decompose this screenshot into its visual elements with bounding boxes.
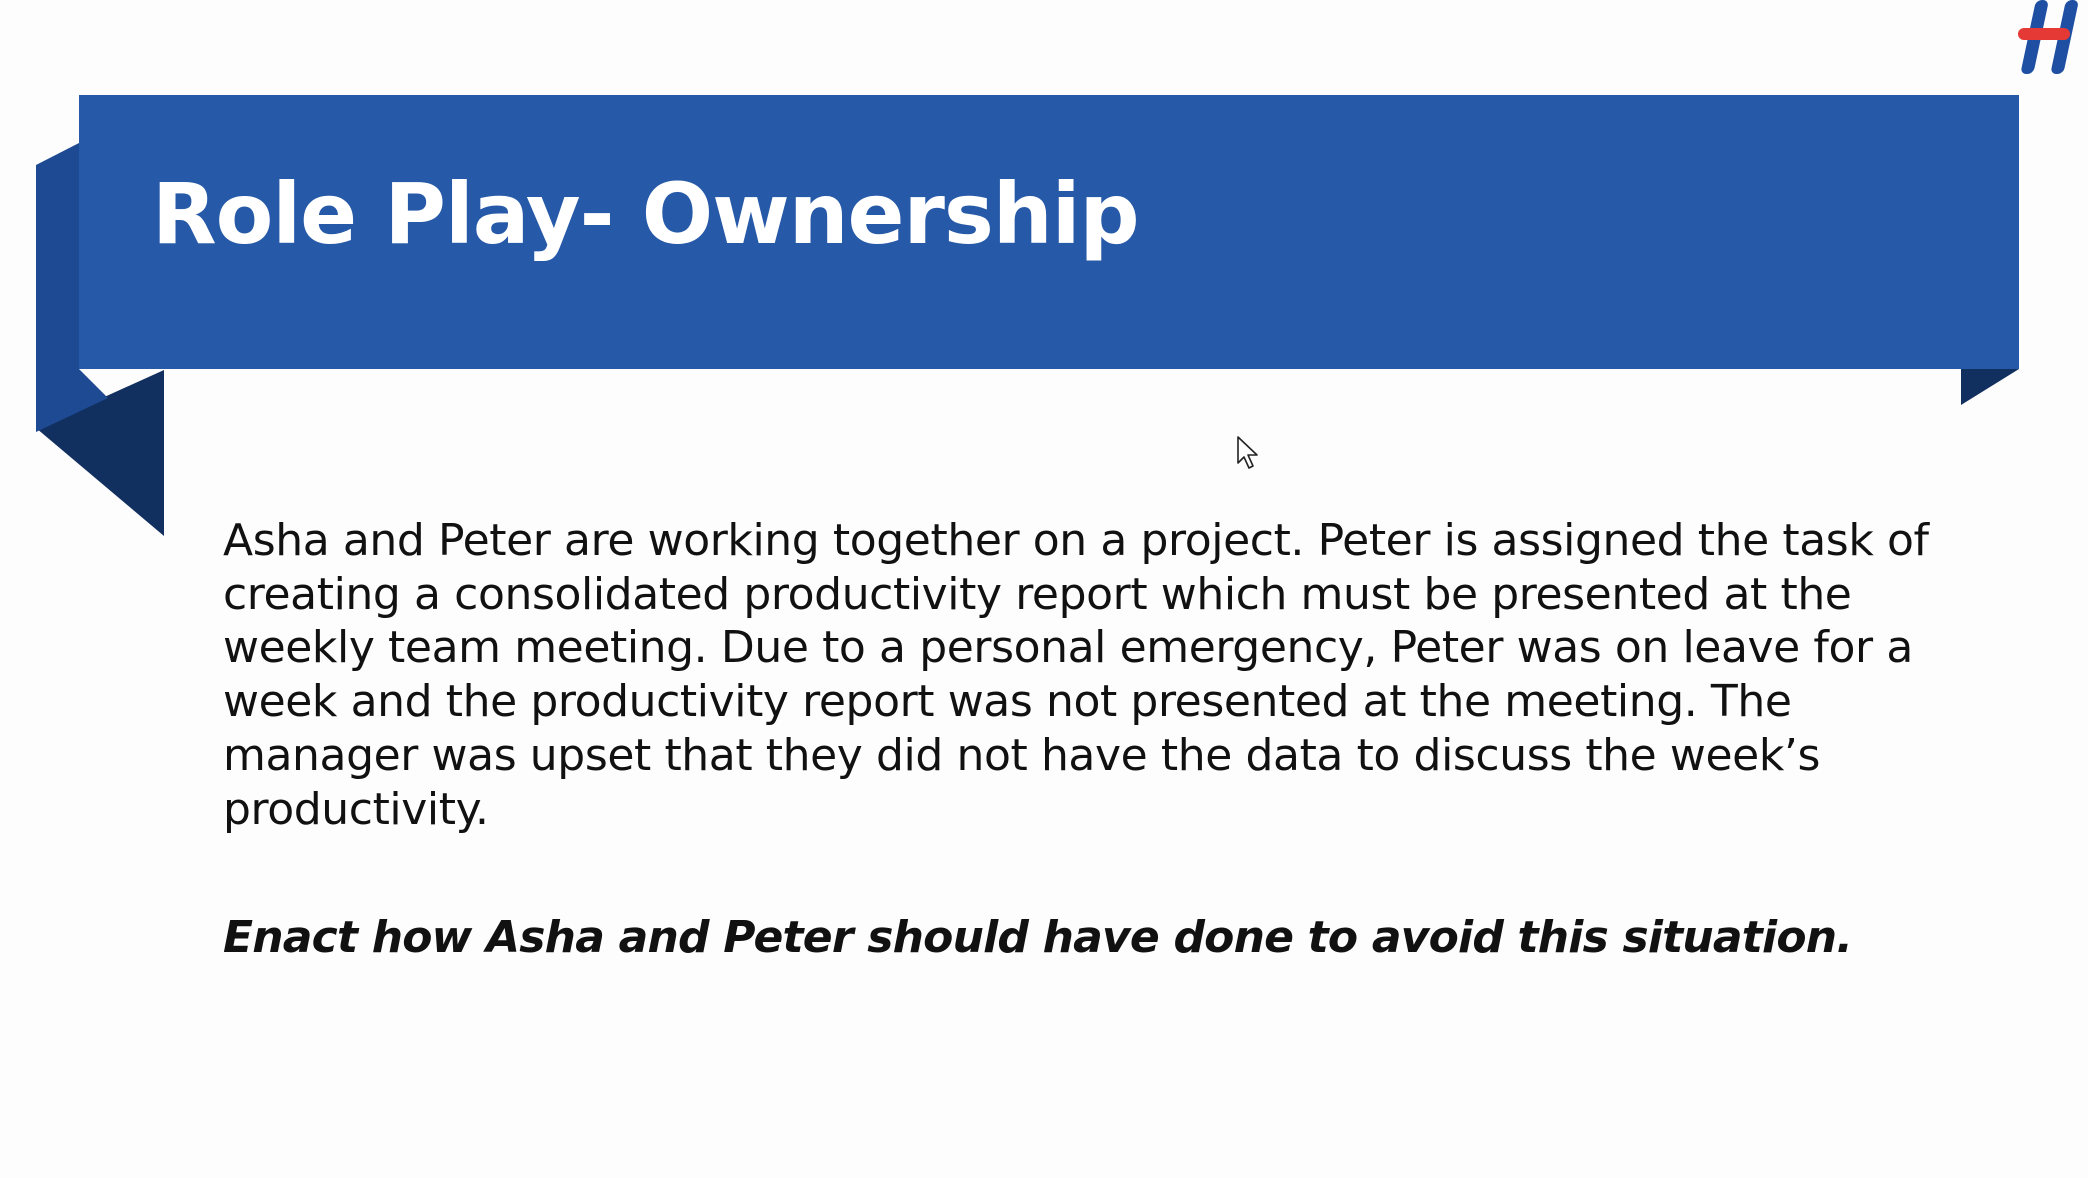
- mouse-pointer-icon: [1237, 436, 1258, 469]
- presentation-slide: Role Play- Ownership Asha and Peter are …: [0, 0, 2088, 1178]
- mouse-pointer-shape: [1237, 436, 1258, 469]
- ribbon-tail-dark: [36, 370, 164, 536]
- slide-title: Role Play- Ownership: [152, 165, 1140, 263]
- ribbon-corner-right: [1961, 369, 2019, 405]
- logo-bar-red: [2018, 28, 2070, 40]
- brand-logo-icon: [2018, 0, 2078, 74]
- task-instruction: Enact how Asha and Peter should have don…: [223, 912, 1853, 963]
- scenario-paragraph: Asha and Peter are working together on a…: [223, 515, 1929, 835]
